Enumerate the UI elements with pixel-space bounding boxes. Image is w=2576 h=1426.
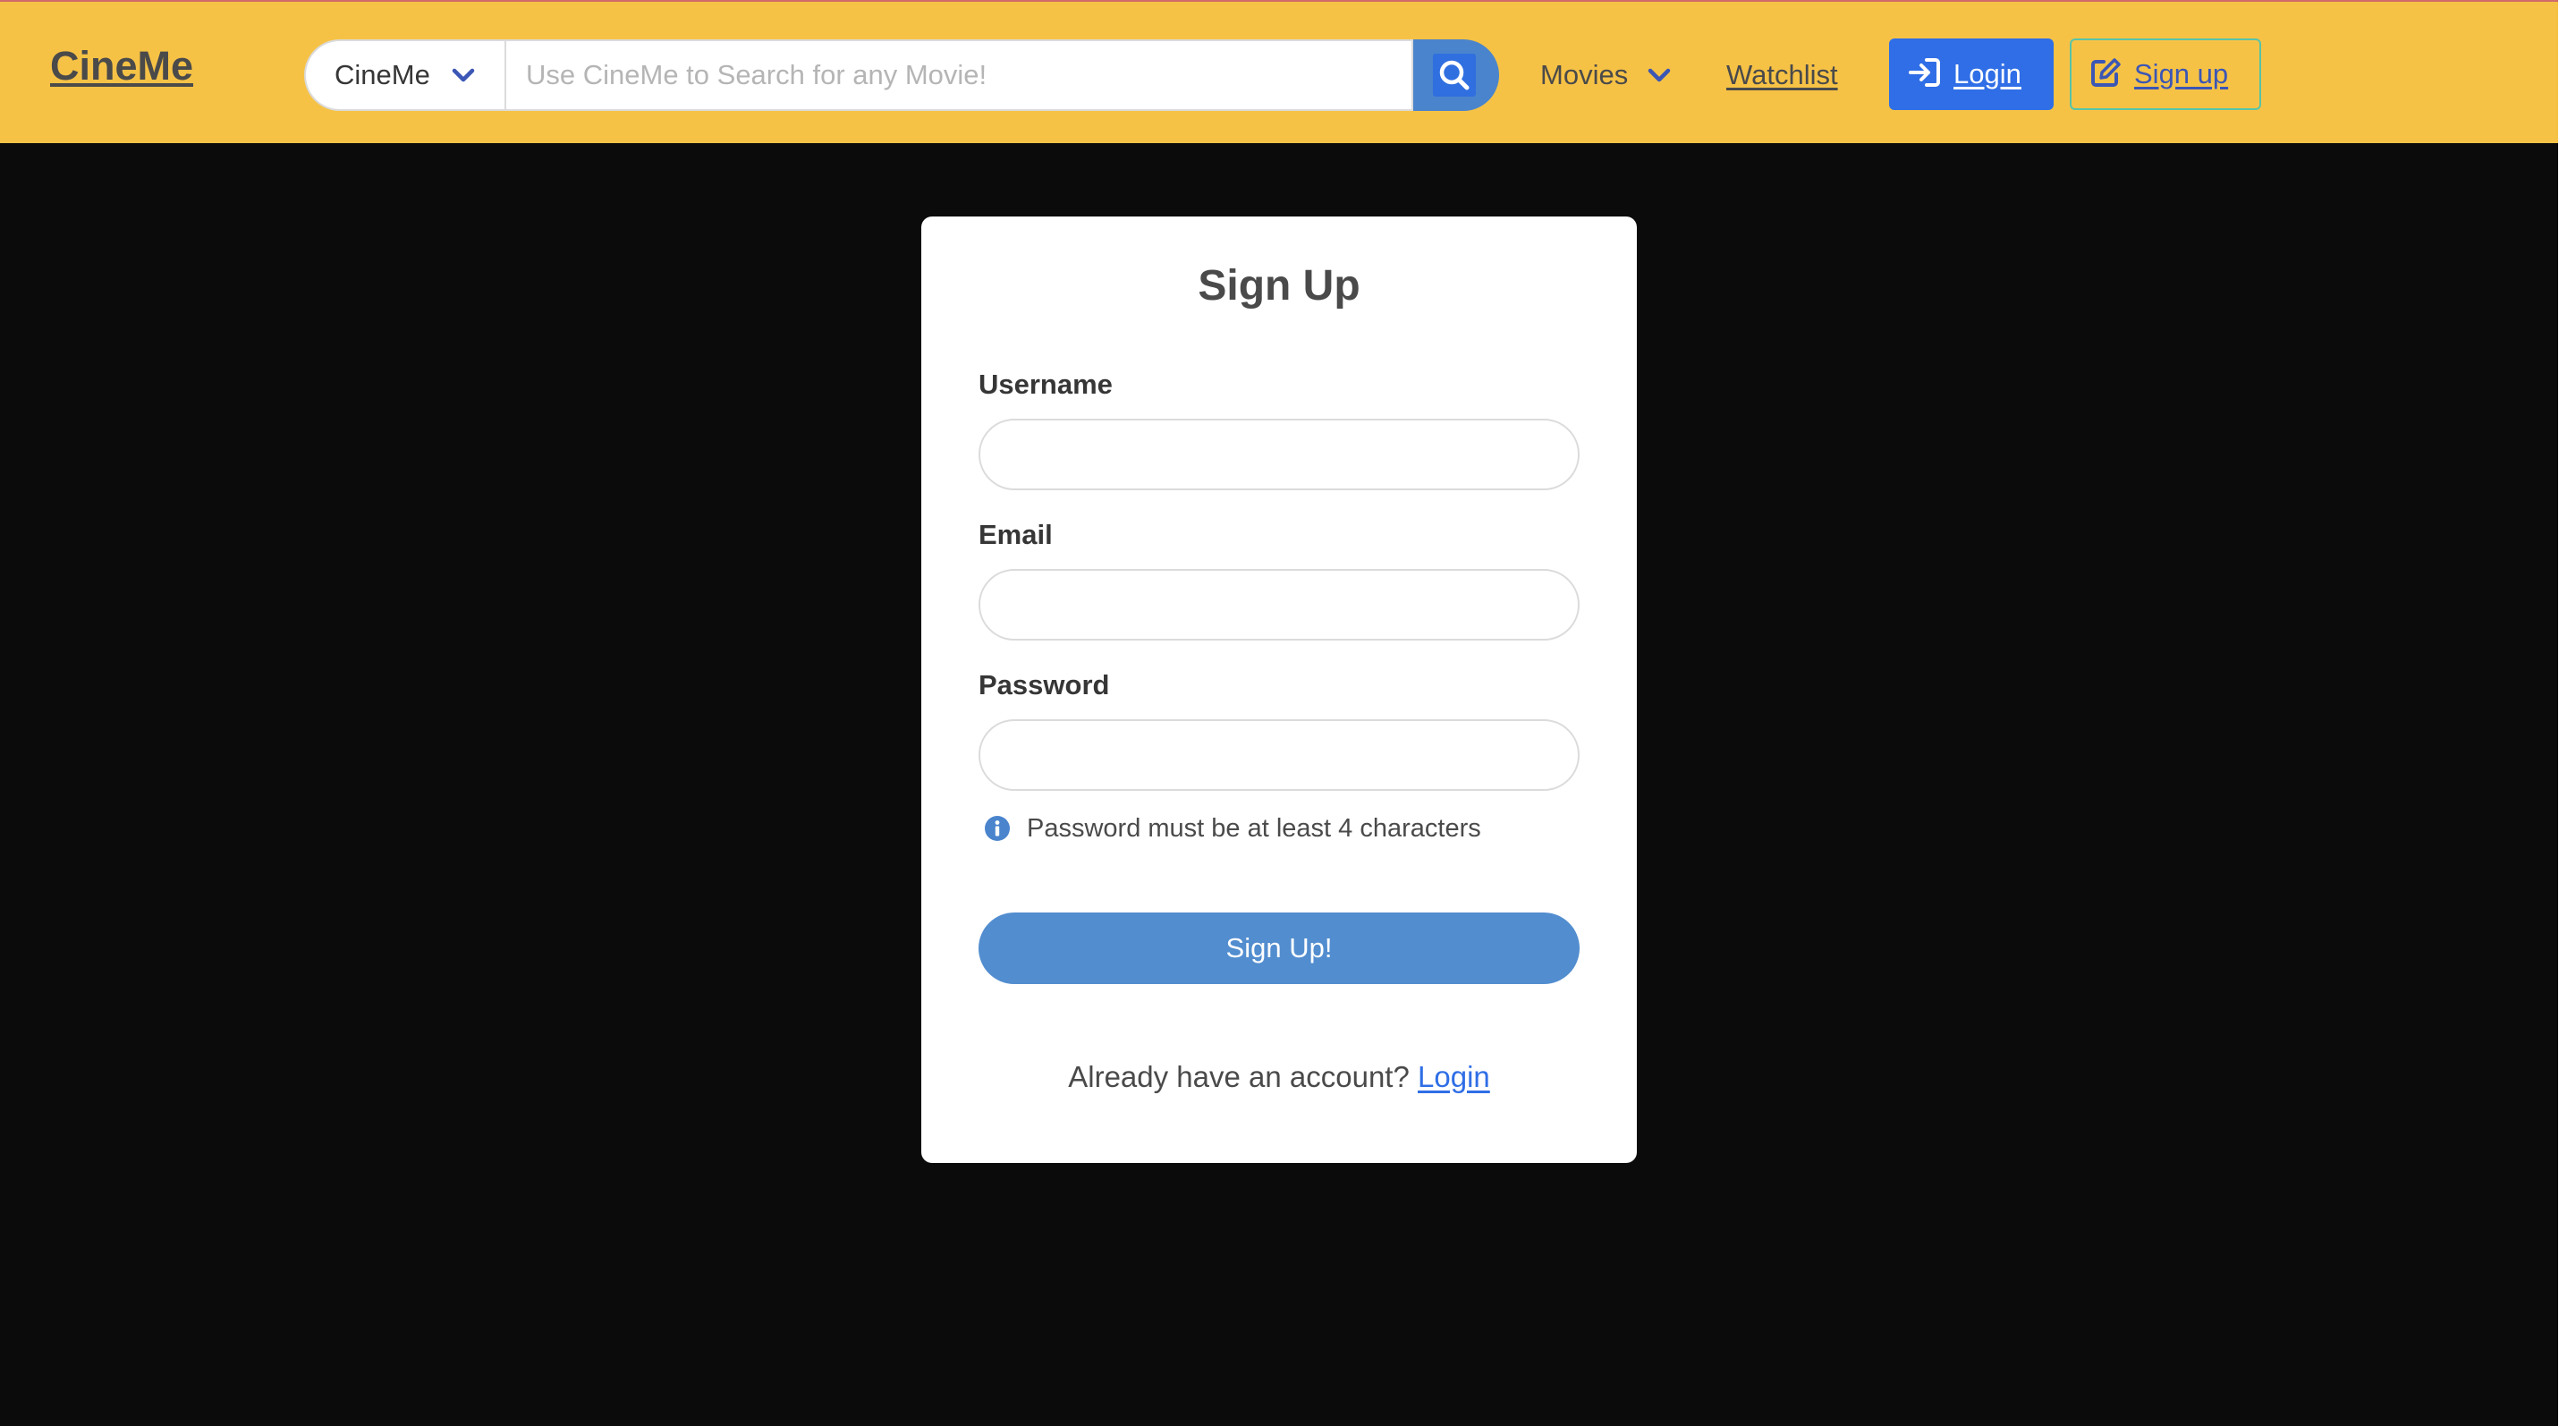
login-label: Login [1953, 58, 2021, 89]
login-prompt-text: Already have an account? [1068, 1060, 1410, 1093]
password-help: Password must be at least 4 characters [984, 811, 1481, 846]
login-link[interactable]: Login [1418, 1060, 1490, 1093]
chevron-down-icon [1646, 62, 1673, 89]
password-label: Password [979, 669, 1110, 700]
window-edge [2558, 0, 2576, 1426]
page-title: Sign Up [1198, 262, 1360, 310]
email-label: Email [979, 519, 1053, 550]
chevron-down-icon [450, 62, 477, 89]
signup-card: Sign Up Username Email Password Password… [921, 216, 1637, 1163]
app-page: CineMe CineMe M [0, 0, 2558, 1426]
search-input[interactable] [504, 39, 1413, 111]
password-field[interactable] [979, 719, 1580, 791]
signup-submit-button[interactable]: Sign Up! [979, 912, 1580, 984]
username-field[interactable] [979, 419, 1580, 490]
login-prompt: Already have an account? Login [921, 1056, 1637, 1099]
email-field[interactable] [979, 569, 1580, 641]
search-scope-select[interactable]: CineMe [304, 39, 504, 111]
brand-logo[interactable]: CineMe [50, 41, 193, 91]
signup-button[interactable]: Sign up [2070, 38, 2261, 110]
search-button[interactable] [1413, 39, 1499, 111]
login-button[interactable]: Login [1889, 38, 2054, 110]
movies-dropdown[interactable]: Movies [1540, 54, 1673, 97]
search-scope-value: CineMe [335, 59, 430, 90]
sign-in-icon [1907, 56, 1941, 93]
search-icon [1433, 54, 1476, 97]
movies-label: Movies [1540, 59, 1629, 90]
search-bar: CineMe [304, 39, 1499, 111]
watchlist-link[interactable]: Watchlist [1726, 54, 1838, 97]
signup-label: Sign up [2134, 58, 2229, 89]
info-icon [984, 815, 1011, 842]
navbar: CineMe CineMe M [0, 0, 2558, 143]
username-label: Username [979, 369, 1113, 400]
edit-icon [2089, 56, 2122, 93]
password-help-text: Password must be at least 4 characters [1027, 814, 1481, 843]
